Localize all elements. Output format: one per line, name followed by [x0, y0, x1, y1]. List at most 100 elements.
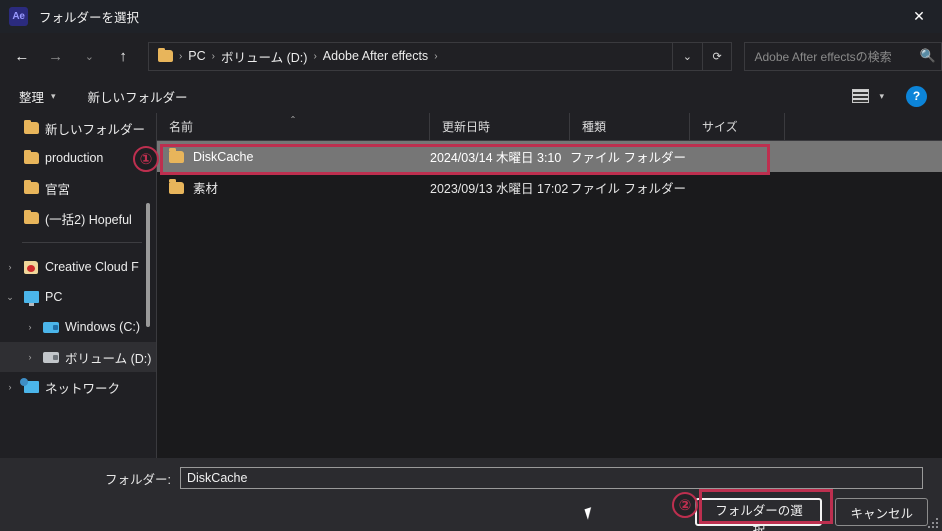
folder-icon	[20, 149, 42, 164]
sidebar-item-label: Windows (C:)	[65, 320, 141, 334]
resize-grip[interactable]	[927, 517, 938, 528]
toolbar-right-group: ▾ ?	[852, 79, 942, 113]
column-header-type[interactable]: 種類	[570, 113, 690, 140]
breadcrumb-separator: ›	[434, 50, 438, 62]
sidebar-item-hopeful[interactable]: (一括2) Hopeful	[0, 203, 156, 233]
select-folder-button[interactable]: フォルダーの選択	[695, 498, 823, 531]
file-type-cell: ファイル フォルダー	[570, 151, 686, 165]
sort-ascending-icon: ⌃	[289, 115, 297, 124]
file-name-cell: 素材	[157, 178, 430, 197]
breadcrumb-dropdown-icon[interactable]: ⌄	[672, 41, 703, 71]
search-icon: 🔍	[919, 48, 937, 63]
dialog-button-row: フォルダーの選択 キャンセル	[695, 498, 928, 531]
cancel-button[interactable]: キャンセル	[835, 498, 928, 526]
breadcrumb-separator: ›	[313, 50, 317, 62]
column-header-size[interactable]: サイズ	[690, 113, 785, 140]
organize-button[interactable]: 整理 ▾	[10, 83, 65, 109]
forward-button[interactable]: →	[39, 41, 73, 71]
window-title: フォルダーを選択	[39, 11, 140, 25]
folder-icon	[157, 47, 173, 62]
new-folder-label: 新しいフォルダー	[87, 90, 188, 105]
search-input[interactable]: Adobe After effectsの検索 🔍	[744, 41, 942, 71]
new-folder-button[interactable]: 新しいフォルダー	[79, 83, 197, 109]
search-placeholder: Adobe After effectsの検索	[754, 49, 892, 64]
refresh-icon[interactable]: ⟳	[702, 41, 733, 71]
command-toolbar: 整理 ▾ 新しいフォルダー ▾ ?	[0, 79, 942, 113]
help-icon[interactable]: ?	[906, 85, 927, 107]
sidebar-item-volume-d[interactable]: › ボリューム (D:)	[0, 342, 156, 372]
folder-icon	[169, 148, 184, 163]
file-name: 素材	[193, 182, 219, 196]
folder-icon	[20, 179, 42, 194]
sidebar-item-windows-c[interactable]: › Windows (C:)	[0, 312, 156, 342]
sidebar-item-label: PC	[45, 290, 63, 304]
chevron-right-icon[interactable]: ›	[0, 382, 20, 392]
creative-cloud-icon	[20, 260, 42, 274]
breadcrumb-item-pc[interactable]: PC	[188, 49, 205, 63]
table-row[interactable]: 素材 2023/09/13 水曜日 17:02 ファイル フォルダー	[157, 172, 942, 203]
back-button[interactable]: ←	[5, 41, 39, 71]
column-label: サイズ	[702, 120, 738, 134]
network-icon	[19, 378, 42, 393]
dialog-footer: フォルダー: フォルダーの選択 キャンセル	[0, 458, 942, 531]
column-header-name[interactable]: ⌃ 名前	[157, 113, 430, 140]
breadcrumb-separator: ›	[178, 50, 183, 62]
sidebar-item-new-folder[interactable]: 新しいフォルダー	[0, 113, 156, 143]
up-button[interactable]: ↑	[106, 41, 140, 71]
drive-icon	[40, 351, 62, 363]
chevron-right-icon[interactable]: ›	[20, 322, 40, 332]
chevron-down-icon: ▾	[51, 90, 56, 101]
table-row[interactable]: DiskCache 2024/03/14 木曜日 3:10 ファイル フォルダー	[157, 141, 942, 172]
column-label: 更新日時	[442, 120, 491, 134]
title-bar: Ae フォルダーを選択 ✕	[0, 0, 942, 33]
folder-icon	[169, 179, 184, 194]
file-type-cell: ファイル フォルダー	[570, 182, 686, 196]
drive-icon	[40, 321, 62, 333]
file-date-cell: 2024/03/14 木曜日 3:10	[430, 151, 562, 165]
file-name: DiskCache	[193, 149, 254, 164]
file-list: ⌃ 名前 更新日時 種類 サイズ DiskCache 2024/03/14 木曜…	[157, 113, 942, 458]
folder-field-row: フォルダー:	[0, 466, 942, 490]
sidebar-item-production[interactable]: production	[0, 143, 156, 173]
view-layout-icon[interactable]	[852, 89, 870, 103]
navigation-bar: ← → ⌄ ↑ › PC › ボリューム (D:) › Adobe After …	[0, 33, 942, 79]
sidebar-item-label: ネットワーク	[45, 381, 121, 396]
file-date-cell: 2023/09/13 水曜日 17:02	[430, 182, 569, 196]
navigation-sidebar: 新しいフォルダー production 官宮 (一括2) Hopeful › C…	[0, 113, 156, 458]
breadcrumb[interactable]: › PC › ボリューム (D:) › Adobe After effects …	[147, 41, 673, 71]
organize-label: 整理	[19, 90, 45, 105]
folder-name-input[interactable]	[180, 467, 923, 489]
sidebar-divider	[22, 242, 142, 243]
folder-field-label: フォルダー:	[105, 472, 171, 487]
chevron-right-icon[interactable]: ›	[0, 262, 20, 272]
after-effects-icon: Ae	[9, 7, 28, 26]
sidebar-item-label: 新しいフォルダー	[45, 122, 146, 137]
close-icon[interactable]: ✕	[896, 0, 942, 33]
column-header-row: ⌃ 名前 更新日時 種類 サイズ	[157, 113, 942, 141]
chevron-right-icon[interactable]: ›	[20, 352, 40, 362]
folder-picker-dialog: Ae フォルダーを選択 ✕ ← → ⌄ ↑ › PC › ボリューム (D:) …	[0, 0, 942, 531]
sidebar-item-kankyu[interactable]: 官宮	[0, 173, 156, 203]
sidebar-item-label: (一括2) Hopeful	[45, 212, 132, 227]
sidebar-item-network[interactable]: › ネットワーク	[0, 372, 156, 402]
breadcrumb-item-volume-d[interactable]: ボリューム (D:)	[221, 47, 307, 66]
column-header-date[interactable]: 更新日時	[430, 113, 570, 140]
breadcrumb-separator: ›	[211, 50, 215, 62]
sidebar-item-creative-cloud[interactable]: › Creative Cloud F	[0, 252, 156, 282]
file-name-cell: DiskCache	[157, 148, 430, 164]
sidebar-scrollbar[interactable]	[146, 203, 150, 327]
column-label: 名前	[169, 120, 194, 134]
sidebar-item-label: ボリューム (D:)	[65, 351, 152, 366]
folder-icon	[20, 209, 42, 224]
chevron-down-icon[interactable]: ▾	[879, 91, 884, 102]
breadcrumb-item-adobe-after-effects[interactable]: Adobe After effects	[323, 49, 428, 63]
sidebar-item-label: Creative Cloud F	[45, 260, 139, 274]
recent-locations-button[interactable]: ⌄	[72, 41, 106, 71]
pc-icon	[20, 291, 42, 306]
folder-icon	[20, 119, 42, 134]
chevron-down-icon[interactable]: ⌄	[0, 292, 20, 303]
sidebar-item-label: production	[45, 151, 104, 165]
column-label: 種類	[582, 120, 607, 134]
sidebar-item-pc[interactable]: ⌄ PC	[0, 282, 156, 312]
sidebar-item-label: 官宮	[45, 182, 71, 197]
